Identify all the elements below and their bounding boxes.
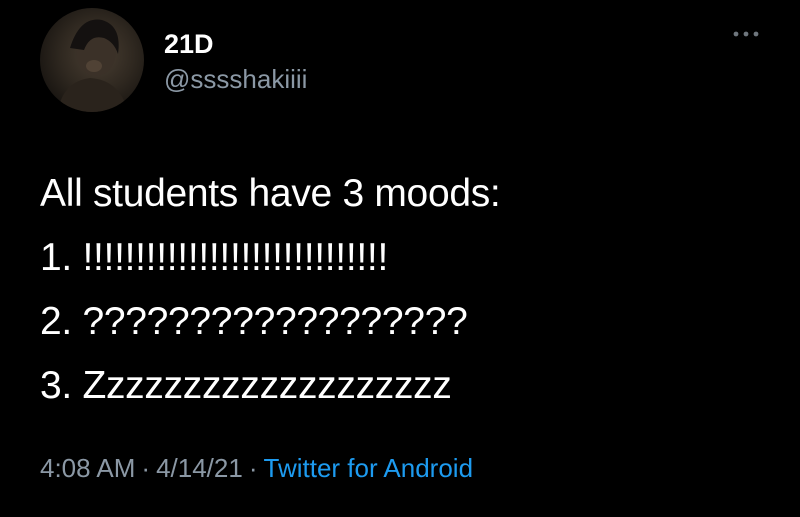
tweet-metadata: 4:08 AM · 4/14/21 · Twitter for Android — [40, 452, 473, 484]
tweet-date[interactable]: 4/14/21 — [156, 453, 243, 483]
avatar[interactable] — [40, 8, 144, 112]
display-name[interactable]: 21D — [164, 28, 214, 60]
more-options-icon — [733, 31, 759, 37]
tweet-line-intro: All students have 3 moods: — [40, 172, 501, 215]
tweet-card: 21D @sssshakiiii All students have 3 moo… — [0, 0, 800, 517]
tweet-source-link[interactable]: Twitter for Android — [264, 453, 474, 483]
avatar-photo — [58, 19, 128, 112]
tweet-time[interactable]: 4:08 AM — [40, 453, 135, 483]
more-options-button[interactable] — [726, 22, 766, 46]
tweet-line-mood-2: 2. ?????????????????? — [40, 300, 468, 343]
separator-dot: · — [141, 453, 151, 483]
tweet-line-mood-1: 1. !!!!!!!!!!!!!!!!!!!!!!!!!!!!! — [40, 236, 388, 279]
tweet-text: All students have 3 moods: 1. !!!!!!!!!!… — [40, 162, 780, 418]
separator-dot: · — [248, 453, 258, 483]
tweet-line-mood-3: 3. Zzzzzzzzzzzzzzzzzzz — [40, 364, 452, 407]
user-handle[interactable]: @sssshakiiii — [164, 64, 307, 94]
